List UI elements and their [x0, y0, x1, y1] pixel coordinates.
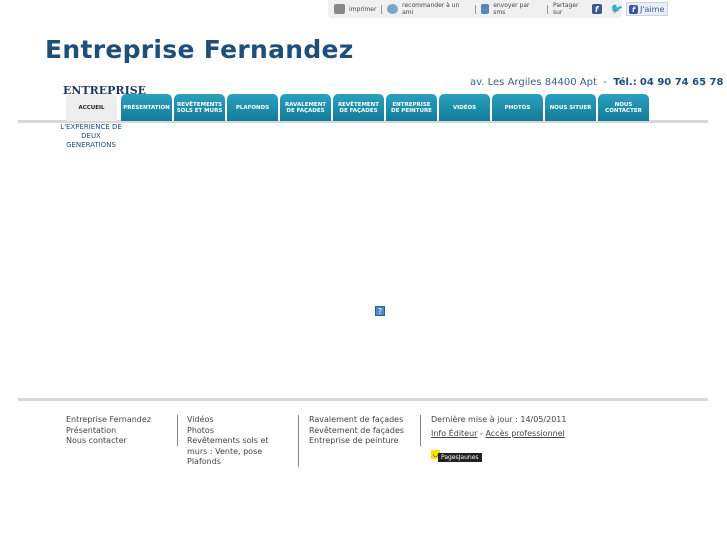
nav-videos[interactable]: VIDÉOS	[439, 94, 490, 121]
twitter-icon[interactable]: 🐦	[610, 4, 622, 15]
facebook-like-button[interactable]: f J'aime	[626, 2, 668, 16]
missing-plugin-icon[interactable]: ?	[375, 306, 385, 316]
footer-divider	[18, 398, 708, 401]
info-editeur-link[interactable]: Info Éditeur	[431, 429, 477, 438]
slogan: L'EXPERIENCE DE DEUX GENERATIONS	[60, 123, 122, 149]
recommend-button[interactable]: recommander à un ami	[387, 2, 470, 16]
footer-link[interactable]: Ravalement de façades	[309, 415, 404, 426]
divider	[298, 415, 299, 467]
divider	[475, 4, 477, 14]
printer-icon	[334, 4, 345, 14]
phone-icon	[481, 4, 490, 14]
footer-link[interactable]: murs : Vente, pose	[187, 447, 269, 458]
footer-link[interactable]: Vidéos	[187, 415, 269, 426]
footer-link[interactable]: Nous contacter	[66, 436, 151, 447]
recommend-icon	[387, 4, 399, 14]
nav-plafonds[interactable]: PLAFONDS	[227, 94, 278, 121]
footer-col-3: Ravalement de façades Revêtement de faça…	[309, 415, 404, 447]
footer-link[interactable]: Revêtements sols et	[187, 436, 269, 447]
share-toolbar: imprimer recommander à un ami envoyer pa…	[328, 0, 622, 18]
facebook-icon[interactable]: f	[591, 4, 602, 14]
sms-button[interactable]: envoyer par sms	[481, 2, 542, 16]
footer-link[interactable]: Revêtement de façades	[309, 426, 404, 437]
nav-peinture[interactable]: ENTREPRISE DE PEINTURE	[386, 94, 437, 121]
nav-ravalement[interactable]: RAVALEMENT DE FAÇADES	[280, 94, 331, 121]
footer-col-4: Dernière mise à jour : 14/05/2011 Info É…	[431, 415, 567, 438]
nav-nous-contacter[interactable]: NOUS CONTACTER	[598, 94, 649, 121]
share-label: Partager sur	[553, 2, 579, 16]
footer-col-2: Vidéos Photos Revêtements sols et murs :…	[187, 415, 269, 468]
divider	[381, 4, 383, 14]
main-nav: ACCUEIL PRÉSENTATION REVÊTEMENTS SOLS ET…	[66, 94, 649, 121]
nav-revetements-sols-murs[interactable]: REVÊTEMENTS SOLS ET MURS	[174, 94, 225, 121]
footer-col-1: Entreprise Fernandez Présentation Nous c…	[66, 415, 151, 447]
nav-presentation[interactable]: PRÉSENTATION	[121, 94, 172, 121]
footer-link[interactable]: Présentation	[66, 426, 151, 437]
print-button[interactable]: imprimer	[334, 4, 376, 14]
nav-accueil[interactable]: ACCUEIL	[66, 94, 117, 121]
nav-photos[interactable]: PHOTOS	[492, 94, 543, 121]
last-updated: Dernière mise à jour : 14/05/2011	[431, 415, 567, 424]
divider	[177, 415, 178, 446]
footer-link[interactable]: Entreprise de peinture	[309, 436, 404, 447]
footer-link[interactable]: Entreprise Fernandez	[66, 415, 151, 426]
nav-nous-situer[interactable]: NOUS SITUER	[545, 94, 596, 121]
page-title: Entreprise Fernandez	[45, 35, 354, 64]
footer-link[interactable]: Plafonds	[187, 457, 269, 468]
contact-info: av. Les Argiles 84400 Apt - Tél.: 04 90 …	[470, 77, 724, 88]
acces-professionnel-link[interactable]: Accès professionnel	[485, 429, 564, 438]
pagesjaunes-badge[interactable]: ◡ PagesJaunes	[431, 450, 482, 462]
footer-link[interactable]: Photos	[187, 426, 269, 437]
divider	[420, 415, 421, 446]
nav-revetement-facades[interactable]: REVÊTEMENT DE FAÇADES	[333, 94, 384, 121]
facebook-icon: f	[629, 4, 638, 14]
divider	[547, 4, 548, 14]
